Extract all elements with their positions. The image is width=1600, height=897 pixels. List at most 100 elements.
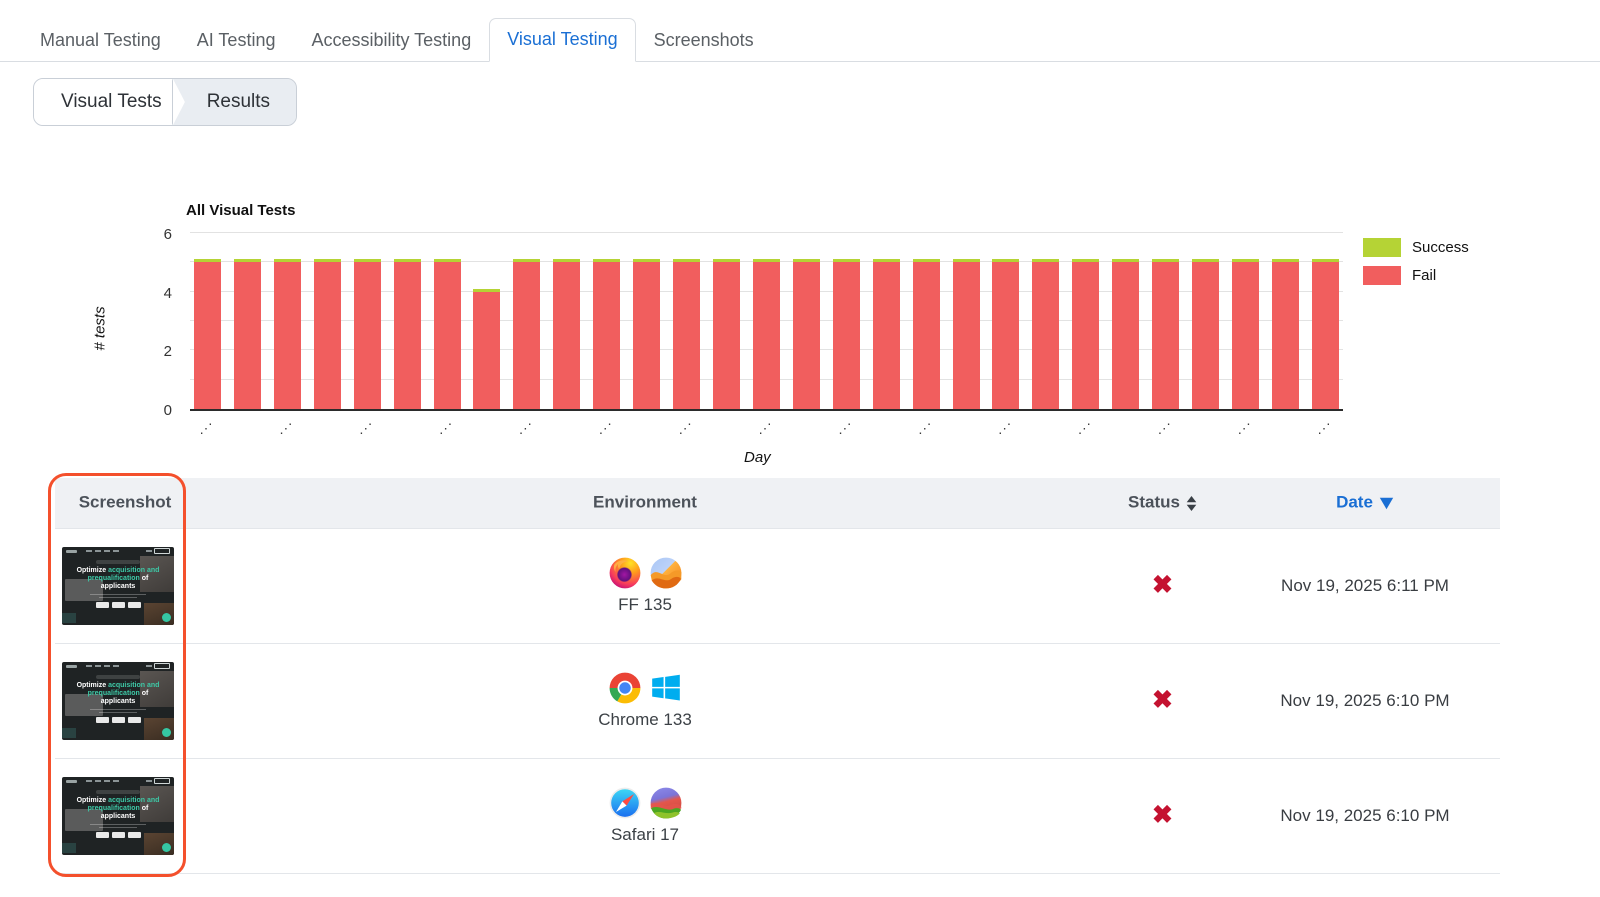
legend-item-fail: Fail <box>1363 266 1469 285</box>
sort-toggle-icon[interactable] <box>1186 495 1197 512</box>
bar-fail-segment <box>793 262 820 409</box>
chart-x-ticks: ⋰⋰⋰⋰⋰⋰⋰⋰⋰⋰⋰⋰⋰⋰⋰ <box>0 421 1600 445</box>
bar-fail-segment <box>354 262 381 409</box>
thumb-subtext <box>99 597 137 599</box>
status-fail-icon: ✖ <box>1152 571 1173 599</box>
x-tick-label: ⋰ <box>1078 421 1091 437</box>
thumb-corner-card <box>62 728 76 738</box>
chart-bar <box>1152 259 1179 409</box>
environment-label: Safari 17 <box>611 825 679 845</box>
bar-fail-segment <box>633 262 660 409</box>
bar-fail-segment <box>913 262 940 409</box>
column-header-label: Date <box>1336 493 1373 512</box>
chart-bar <box>913 259 940 409</box>
legend-swatch <box>1363 266 1401 285</box>
all-visual-tests-chart: All Visual Tests # tests <box>0 202 1600 474</box>
y-tick-label: 0 <box>120 402 172 420</box>
column-header-date[interactable]: Date <box>1230 478 1500 528</box>
chart-bar <box>992 259 1019 409</box>
chart-x-axis-label: Day <box>744 449 771 466</box>
chart-bar <box>314 259 341 409</box>
thumb-chat-bubble-icon <box>162 843 171 852</box>
chart-bar <box>593 259 620 409</box>
table-row[interactable]: Optimize acquisition and prequalificatio… <box>55 643 1500 758</box>
environment-cell: Safari 17 <box>608 786 683 845</box>
chart-bar <box>1232 259 1259 409</box>
breadcrumb-visual-tests[interactable]: Visual Tests <box>34 79 172 125</box>
chart-bar <box>1192 259 1219 409</box>
macos-ventura-logo <box>649 556 683 590</box>
bar-fail-segment <box>1152 262 1179 409</box>
bar-fail-segment <box>394 262 421 409</box>
tab-bar: Manual TestingAI TestingAccessibility Te… <box>0 0 1600 62</box>
thumb-navbar <box>62 777 174 786</box>
breadcrumb-chevron-icon <box>173 79 185 125</box>
result-date: Nov 19, 2025 6:10 PM <box>1280 806 1449 825</box>
chart-bar <box>633 259 660 409</box>
tab-label: Visual Testing <box>507 29 617 49</box>
thumb-logo <box>66 665 77 668</box>
legend-label: Fail <box>1412 267 1436 284</box>
screenshot-thumbnail[interactable]: Optimize acquisition and prequalificatio… <box>62 547 174 625</box>
bar-fail-segment <box>1072 262 1099 409</box>
chart-bar <box>434 259 461 409</box>
bar-fail-segment <box>314 262 341 409</box>
screenshot-thumbnail[interactable]: Optimize acquisition and prequalificatio… <box>62 662 174 740</box>
chart-bar <box>473 289 500 409</box>
firefox-logo <box>608 556 642 590</box>
thumb-menu <box>86 550 119 552</box>
chart-bar <box>1112 259 1139 409</box>
table-row[interactable]: Optimize acquisition and prequalificatio… <box>55 758 1500 873</box>
legend-item-success: Success <box>1363 238 1469 257</box>
bar-fail-segment <box>593 262 620 409</box>
tab-ai-testing[interactable]: AI Testing <box>179 19 294 62</box>
tab-label: Screenshots <box>654 30 754 50</box>
chart-gridline <box>190 232 1343 233</box>
table-row[interactable]: Optimize acquisition and prequalificatio… <box>55 528 1500 643</box>
column-header-environment: Environment <box>195 478 1095 528</box>
tab-accessibility-testing[interactable]: Accessibility Testing <box>293 19 489 62</box>
chart-bar <box>713 259 740 409</box>
breadcrumb-results[interactable]: Results <box>185 79 296 125</box>
legend-swatch <box>1363 238 1401 257</box>
windows-icon <box>649 671 683 705</box>
chart-y-ticks: 0246 <box>120 235 172 411</box>
bar-fail-segment <box>434 262 461 409</box>
x-tick-label: ⋰ <box>918 421 931 437</box>
chart-bar <box>833 259 860 409</box>
chrome-icon <box>608 671 642 705</box>
bar-fail-segment <box>873 262 900 409</box>
chart-bar <box>513 259 540 409</box>
thumb-headline: Optimize acquisition and prequalificatio… <box>76 682 160 706</box>
breadcrumb: Visual Tests Results <box>33 78 297 126</box>
chart-bar <box>394 259 421 409</box>
y-tick-label: 6 <box>120 226 172 244</box>
thumb-headline: Optimize acquisition and prequalificatio… <box>76 567 160 591</box>
chart-bar <box>1072 259 1099 409</box>
sort-descending-icon[interactable] <box>1379 497 1394 510</box>
bar-fail-segment <box>1112 262 1139 409</box>
macos-ventura-icon <box>649 556 683 590</box>
chart-bar <box>194 259 221 409</box>
windows-logo <box>649 671 683 705</box>
x-tick-label: ⋰ <box>838 421 851 437</box>
chart-title: All Visual Tests <box>186 202 296 219</box>
tab-screenshots[interactable]: Screenshots <box>636 19 772 62</box>
column-header-status[interactable]: Status <box>1095 478 1230 528</box>
status-fail-icon: ✖ <box>1152 686 1173 714</box>
safari-icon <box>608 786 642 820</box>
tab-manual-testing[interactable]: Manual Testing <box>22 19 179 62</box>
screenshot-thumbnail[interactable]: Optimize acquisition and prequalificatio… <box>62 777 174 855</box>
x-tick-label: ⋰ <box>279 421 292 437</box>
thumb-login-link <box>146 550 152 552</box>
bar-fail-segment <box>673 262 700 409</box>
status-fail-icon: ✖ <box>1152 801 1173 829</box>
column-header-label: Status <box>1128 493 1180 512</box>
bar-fail-segment <box>753 262 780 409</box>
thumb-login-link <box>146 665 152 667</box>
bar-fail-segment <box>1312 262 1339 409</box>
results-table: ScreenshotEnvironmentStatus Date Optimiz… <box>55 478 1500 874</box>
thumb-logo <box>66 780 77 783</box>
tab-visual-testing[interactable]: Visual Testing <box>489 18 635 62</box>
thumb-navbar <box>62 547 174 556</box>
